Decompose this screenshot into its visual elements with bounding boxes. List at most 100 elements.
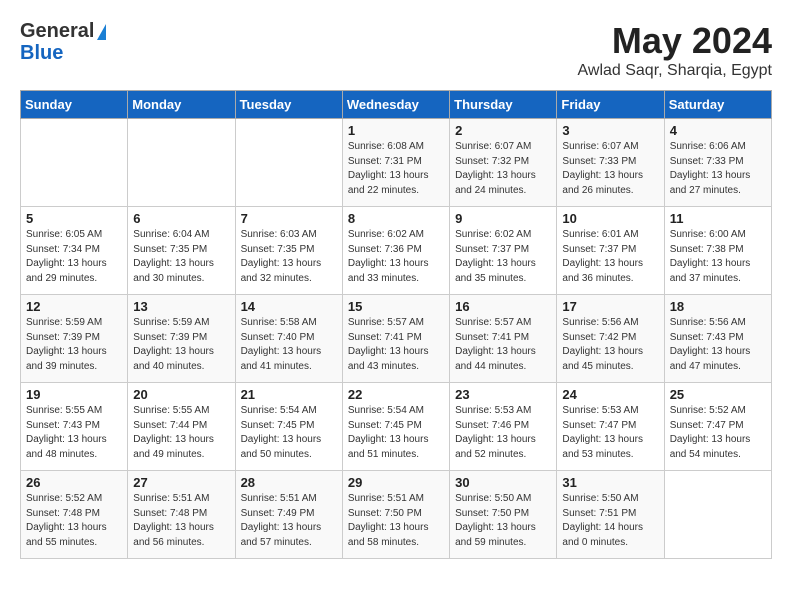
- day-number: 1: [348, 123, 444, 138]
- cell-content: Sunrise: 5:55 AM Sunset: 7:43 PM Dayligh…: [26, 404, 122, 462]
- header-wednesday: Wednesday: [342, 91, 449, 119]
- calendar-cell: 13Sunrise: 5:59 AM Sunset: 7:39 PM Dayli…: [128, 295, 235, 383]
- day-number: 16: [455, 299, 551, 314]
- calendar-cell: 29 Sunrise: 5:51 AM Sunset: 7:50 PM Dayli…: [342, 471, 449, 559]
- header-tuesday: Tuesday: [235, 91, 342, 119]
- cell-content: Sunrise: 6:06 AM Sunset: 7:33 PM Dayligh…: [670, 140, 766, 198]
- week-row-4: 19 Sunrise: 5:55 AM Sunset: 7:43 PM Dayli…: [21, 383, 772, 471]
- day-number: 3: [562, 123, 658, 138]
- day-number: 12: [26, 299, 122, 314]
- calendar-cell: 23Sunrise: 5:53 AM Sunset: 7:46 PM Dayli…: [450, 383, 557, 471]
- day-number: 9: [455, 211, 551, 226]
- calendar-cell: 27Sunrise: 5:51 AM Sunset: 7:48 PM Dayli…: [128, 471, 235, 559]
- calendar-cell: 4Sunrise: 6:06 AM Sunset: 7:33 PM Daylig…: [664, 119, 771, 207]
- day-number: 11: [670, 211, 766, 226]
- cell-content: Sunrise: 5:57 AM Sunset: 7:41 PM Dayligh…: [348, 316, 444, 374]
- title-section: May 2024 Awlad Saqr, Sharqia, Egypt: [578, 20, 773, 80]
- cell-content: Sunrise: 6:00 AM Sunset: 7:38 PM Dayligh…: [670, 228, 766, 286]
- calendar-cell: 9 Sunrise: 6:02 AM Sunset: 7:37 PM Daylig…: [450, 207, 557, 295]
- day-number: 30: [455, 475, 551, 490]
- calendar-cell: 8 Sunrise: 6:02 AM Sunset: 7:36 PM Daylig…: [342, 207, 449, 295]
- header-friday: Friday: [557, 91, 664, 119]
- cell-content: Sunrise: 5:57 AM Sunset: 7:41 PM Dayligh…: [455, 316, 551, 374]
- day-number: 18: [670, 299, 766, 314]
- calendar-cell: 15Sunrise: 5:57 AM Sunset: 7:41 PM Dayli…: [342, 295, 449, 383]
- cell-content: Sunrise: 5:53 AM Sunset: 7:47 PM Dayligh…: [562, 404, 658, 462]
- day-number: 6: [133, 211, 229, 226]
- month-title: May 2024: [578, 20, 773, 62]
- day-number: 22: [348, 387, 444, 402]
- day-number: 21: [241, 387, 337, 402]
- calendar-table: SundayMondayTuesdayWednesdayThursdayFrid…: [20, 90, 772, 559]
- cell-content: Sunrise: 6:07 AM Sunset: 7:33 PM Dayligh…: [562, 140, 658, 198]
- day-number: 23: [455, 387, 551, 402]
- day-number: 28: [241, 475, 337, 490]
- logo-general: General: [20, 20, 106, 42]
- calendar-cell: 11 Sunrise: 6:00 AM Sunset: 7:38 PM Dayli…: [664, 207, 771, 295]
- cell-content: Sunrise: 5:56 AM Sunset: 7:42 PM Dayligh…: [562, 316, 658, 374]
- calendar-cell: 22Sunrise: 5:54 AM Sunset: 7:45 PM Dayli…: [342, 383, 449, 471]
- location-title: Awlad Saqr, Sharqia, Egypt: [578, 62, 773, 80]
- day-number: 29: [348, 475, 444, 490]
- calendar-cell: 2 Sunrise: 6:07 AM Sunset: 7:32 PM Daylig…: [450, 119, 557, 207]
- week-row-3: 12 Sunrise: 5:59 AM Sunset: 7:39 PM Dayli…: [21, 295, 772, 383]
- cell-content: Sunrise: 6:07 AM Sunset: 7:32 PM Dayligh…: [455, 140, 551, 198]
- cell-content: Sunrise: 5:51 AM Sunset: 7:50 PM Dayligh…: [348, 492, 444, 550]
- calendar-cell: 3 Sunrise: 6:07 AM Sunset: 7:33 PM Daylig…: [557, 119, 664, 207]
- cell-content: Sunrise: 5:59 AM Sunset: 7:39 PM Dayligh…: [26, 316, 122, 374]
- calendar-cell: 21 Sunrise: 5:54 AM Sunset: 7:45 PM Dayli…: [235, 383, 342, 471]
- header-saturday: Saturday: [664, 91, 771, 119]
- cell-content: Sunrise: 5:54 AM Sunset: 7:45 PM Dayligh…: [241, 404, 337, 462]
- day-number: 31: [562, 475, 658, 490]
- cell-content: Sunrise: 5:51 AM Sunset: 7:49 PM Dayligh…: [241, 492, 337, 550]
- calendar-cell: [128, 119, 235, 207]
- calendar-cell: 24 Sunrise: 5:53 AM Sunset: 7:47 PM Dayli…: [557, 383, 664, 471]
- day-number: 8: [348, 211, 444, 226]
- calendar-cell: 18 Sunrise: 5:56 AM Sunset: 7:43 PM Dayli…: [664, 295, 771, 383]
- day-number: 17: [562, 299, 658, 314]
- calendar-cell: 10Sunrise: 6:01 AM Sunset: 7:37 PM Dayli…: [557, 207, 664, 295]
- calendar-cell: 19 Sunrise: 5:55 AM Sunset: 7:43 PM Dayli…: [21, 383, 128, 471]
- cell-content: Sunrise: 5:56 AM Sunset: 7:43 PM Dayligh…: [670, 316, 766, 374]
- day-number: 24: [562, 387, 658, 402]
- day-number: 20: [133, 387, 229, 402]
- day-number: 7: [241, 211, 337, 226]
- day-number: 13: [133, 299, 229, 314]
- day-number: 5: [26, 211, 122, 226]
- day-number: 14: [241, 299, 337, 314]
- cell-content: Sunrise: 6:01 AM Sunset: 7:37 PM Dayligh…: [562, 228, 658, 286]
- cell-content: Sunrise: 5:55 AM Sunset: 7:44 PM Dayligh…: [133, 404, 229, 462]
- cell-content: Sunrise: 5:50 AM Sunset: 7:50 PM Dayligh…: [455, 492, 551, 550]
- day-number: 19: [26, 387, 122, 402]
- cell-content: Sunrise: 5:51 AM Sunset: 7:48 PM Dayligh…: [133, 492, 229, 550]
- week-row-2: 5 Sunrise: 6:05 AM Sunset: 7:34 PM Daylig…: [21, 207, 772, 295]
- day-number: 2: [455, 123, 551, 138]
- calendar-cell: 12 Sunrise: 5:59 AM Sunset: 7:39 PM Dayli…: [21, 295, 128, 383]
- logo: General Blue: [20, 20, 106, 64]
- calendar-cell: 26 Sunrise: 5:52 AM Sunset: 7:48 PM Dayli…: [21, 471, 128, 559]
- calendar-cell: [21, 119, 128, 207]
- calendar-cell: 17 Sunrise: 5:56 AM Sunset: 7:42 PM Dayli…: [557, 295, 664, 383]
- week-row-5: 26 Sunrise: 5:52 AM Sunset: 7:48 PM Dayli…: [21, 471, 772, 559]
- cell-content: Sunrise: 5:52 AM Sunset: 7:48 PM Dayligh…: [26, 492, 122, 550]
- cell-content: Sunrise: 6:08 AM Sunset: 7:31 PM Dayligh…: [348, 140, 444, 198]
- page-header: General Blue May 2024 Awlad Saqr, Sharqi…: [20, 20, 772, 80]
- week-row-1: 1 Sunrise: 6:08 AM Sunset: 7:31 PM Daylig…: [21, 119, 772, 207]
- calendar-cell: 6 Sunrise: 6:04 AM Sunset: 7:35 PM Daylig…: [128, 207, 235, 295]
- calendar-cell: 31 Sunrise: 5:50 AM Sunset: 7:51 PM Dayli…: [557, 471, 664, 559]
- calendar-cell: 5 Sunrise: 6:05 AM Sunset: 7:34 PM Daylig…: [21, 207, 128, 295]
- cell-content: Sunrise: 6:04 AM Sunset: 7:35 PM Dayligh…: [133, 228, 229, 286]
- calendar-cell: 16 Sunrise: 5:57 AM Sunset: 7:41 PM Dayli…: [450, 295, 557, 383]
- cell-content: Sunrise: 6:05 AM Sunset: 7:34 PM Dayligh…: [26, 228, 122, 286]
- day-number: 26: [26, 475, 122, 490]
- calendar-cell: 7Sunrise: 6:03 AM Sunset: 7:35 PM Daylig…: [235, 207, 342, 295]
- cell-content: Sunrise: 5:50 AM Sunset: 7:51 PM Dayligh…: [562, 492, 658, 550]
- calendar-header-row: SundayMondayTuesdayWednesdayThursdayFrid…: [21, 91, 772, 119]
- header-monday: Monday: [128, 91, 235, 119]
- calendar-cell: 30 Sunrise: 5:50 AM Sunset: 7:50 PM Dayli…: [450, 471, 557, 559]
- logo-blue: Blue: [20, 42, 106, 64]
- day-number: 25: [670, 387, 766, 402]
- cell-content: Sunrise: 6:02 AM Sunset: 7:36 PM Dayligh…: [348, 228, 444, 286]
- cell-content: Sunrise: 6:02 AM Sunset: 7:37 PM Dayligh…: [455, 228, 551, 286]
- calendar-cell: 20 Sunrise: 5:55 AM Sunset: 7:44 PM Dayli…: [128, 383, 235, 471]
